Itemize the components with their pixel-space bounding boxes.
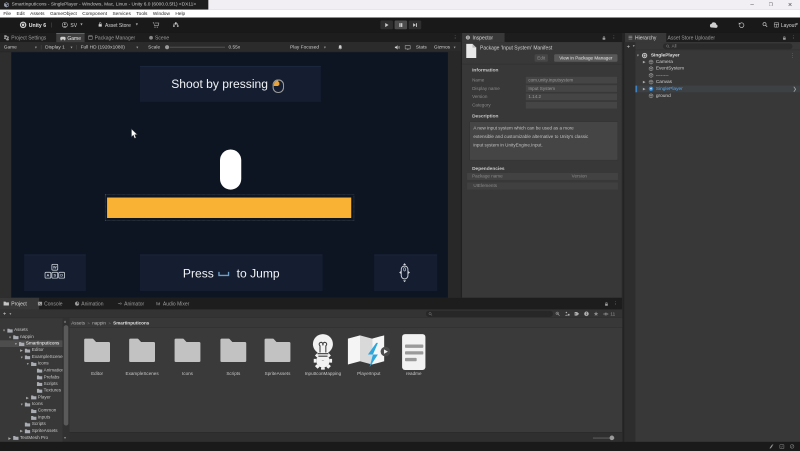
svg-text:D: D (60, 273, 63, 278)
svg-text:W: W (53, 265, 57, 270)
svg-text:S: S (53, 273, 56, 278)
svg-text:A: A (46, 273, 49, 278)
